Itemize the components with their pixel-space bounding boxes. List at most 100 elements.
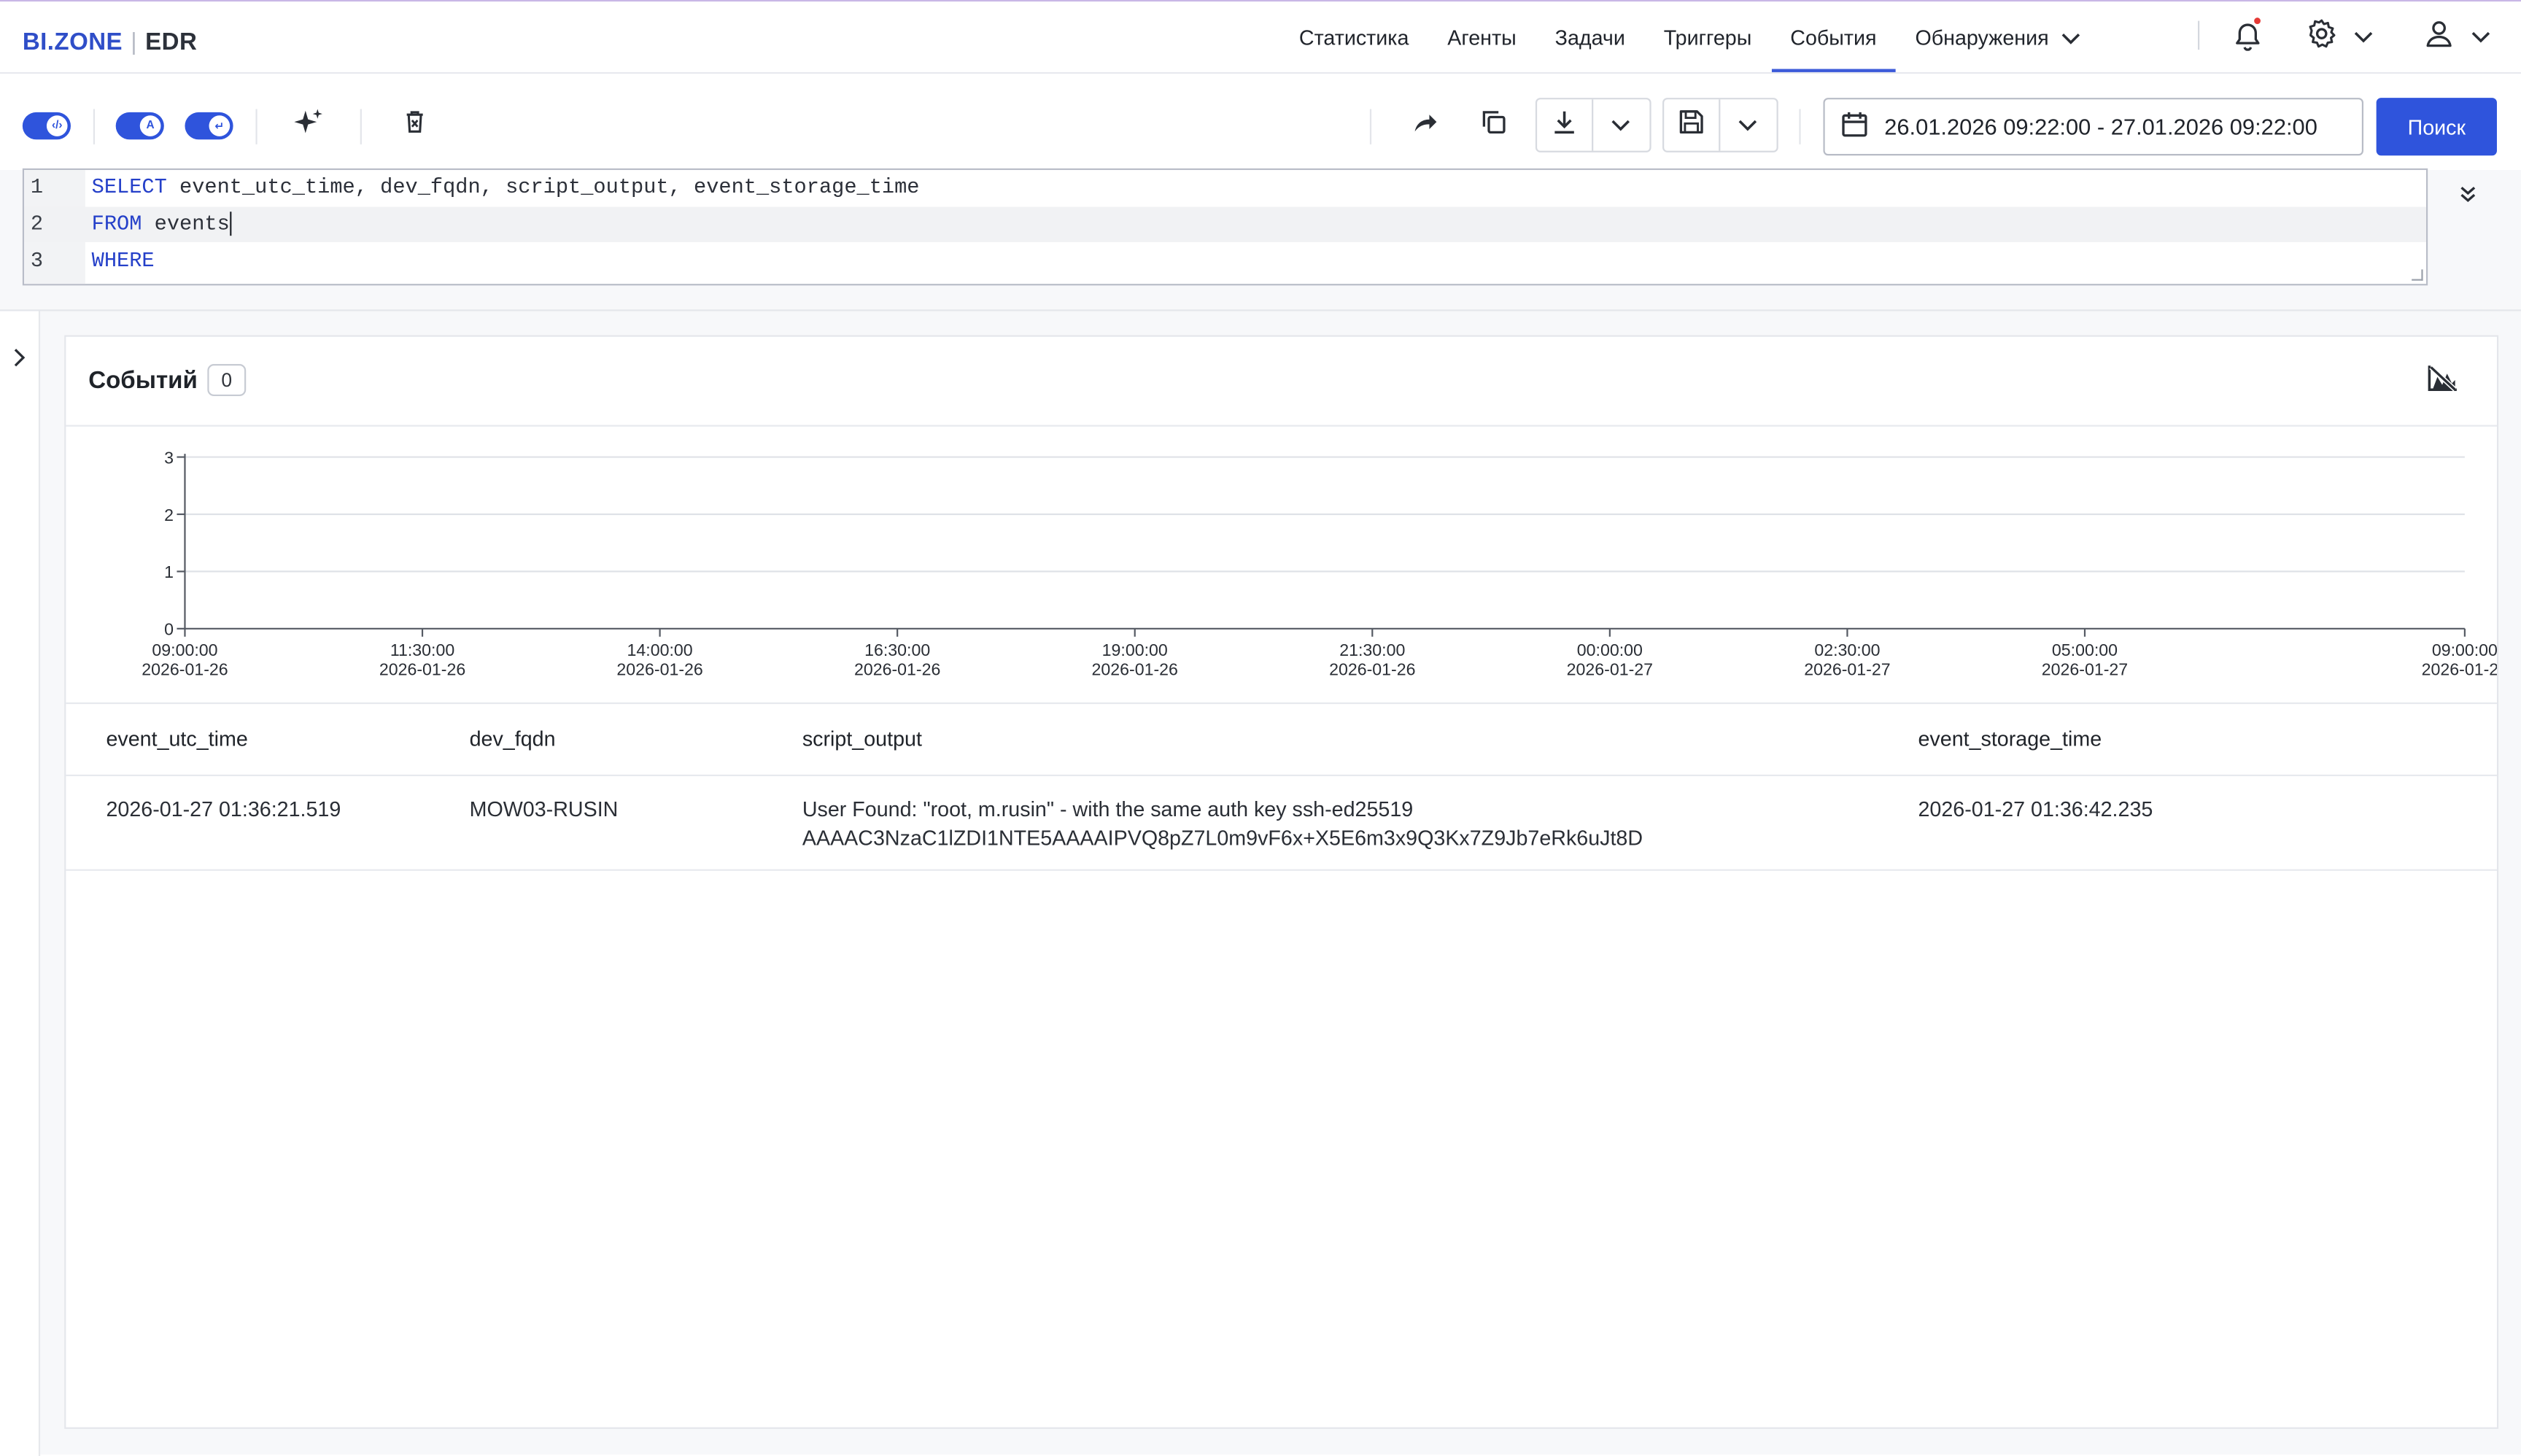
chart-off-icon bbox=[2426, 363, 2458, 400]
x-tick-date: 2026-01-26 bbox=[142, 660, 228, 679]
x-tick-time: 16:30:00 bbox=[864, 640, 930, 659]
chevron-down-icon bbox=[2061, 25, 2080, 49]
nav-label: События bbox=[1790, 25, 1877, 50]
panel-title: Событий bbox=[88, 367, 198, 395]
settings-menu-button[interactable] bbox=[2306, 18, 2374, 53]
side-rail bbox=[0, 311, 41, 1456]
events-chart: 0 1 2 3 09:00:00 2026-01-26 11:30:00 2026-01-26… bbox=[66, 425, 2508, 702]
x-tick-date: 2026-01-27 bbox=[2422, 660, 2497, 679]
expand-sidebar-button[interactable] bbox=[8, 349, 31, 372]
x-tick-time: 21:30:00 bbox=[1339, 640, 1405, 659]
sql-keyword: WHERE bbox=[91, 248, 155, 273]
column-header[interactable]: script_output bbox=[802, 704, 922, 775]
code-mode-toggle[interactable]: ‹/› bbox=[22, 112, 71, 140]
hide-chart-button[interactable] bbox=[2423, 364, 2462, 399]
download-options-button[interactable] bbox=[1592, 99, 1648, 151]
user-icon bbox=[2423, 17, 2455, 57]
chevron-down-icon bbox=[2471, 23, 2490, 52]
y-tick-label: 0 bbox=[164, 620, 174, 639]
copy-button[interactable] bbox=[1470, 101, 1518, 150]
sql-keyword: SELECT bbox=[91, 174, 167, 199]
download-icon bbox=[1550, 107, 1579, 144]
y-tick-label: 2 bbox=[164, 506, 174, 524]
line-code: WHERE bbox=[92, 244, 155, 279]
table-header: event_utc_time dev_fqdn script_output ev… bbox=[66, 704, 2497, 777]
share-button[interactable] bbox=[1401, 101, 1449, 150]
chevron-down-icon bbox=[2354, 23, 2373, 52]
clear-query-button[interactable] bbox=[391, 101, 439, 150]
column-header[interactable]: event_utc_time bbox=[106, 704, 247, 775]
notification-dot bbox=[2254, 18, 2261, 24]
sql-text: events bbox=[142, 212, 230, 236]
save-options-button[interactable] bbox=[1719, 99, 1775, 151]
editor-line[interactable]: 1 SELECT event_utc_time, dev_fqdn, scrip… bbox=[24, 170, 2426, 205]
download-split-button bbox=[1535, 98, 1651, 152]
code-icon: ‹/› bbox=[46, 115, 68, 136]
date-range-picker[interactable]: 26.01.2026 09:22:00 - 27.01.2026 09:22:0… bbox=[1823, 98, 2364, 156]
collapse-editor-button[interactable] bbox=[2452, 181, 2484, 213]
x-tick-date: 2026-01-27 bbox=[1804, 660, 1890, 679]
search-button[interactable]: Поиск bbox=[2376, 98, 2497, 156]
clear-icon bbox=[402, 108, 427, 142]
nav-label: Триггеры bbox=[1663, 25, 1752, 50]
save-split-button bbox=[1662, 98, 1778, 152]
y-tick-label: 1 bbox=[164, 562, 174, 581]
date-range-value: 26.01.2026 09:22:00 - 27.01.2026 09:22:0… bbox=[1884, 114, 2317, 140]
toolbar-separator bbox=[1799, 109, 1801, 144]
autocomplete-toggle[interactable]: A bbox=[115, 112, 164, 140]
nav-label: Агенты bbox=[1447, 25, 1517, 50]
enter-submit-toggle[interactable]: ↵ bbox=[185, 112, 233, 140]
nav-item-detections[interactable]: Обнаружения bbox=[1896, 1, 2100, 72]
chevron-right-icon bbox=[13, 346, 26, 376]
app-root: BI.ZONE | EDR Статистика Агенты Задачи Три… bbox=[0, 0, 2521, 1456]
line-number: 2 bbox=[30, 212, 44, 236]
x-tick-time: 11:30:00 bbox=[390, 640, 454, 659]
editor-line[interactable]: 3 WHERE bbox=[24, 244, 2426, 279]
user-menu-button[interactable] bbox=[2423, 20, 2491, 53]
autocomplete-icon: A bbox=[139, 115, 161, 136]
brand-logo[interactable]: BI.ZONE | EDR bbox=[23, 29, 197, 56]
nav-label: Задачи bbox=[1554, 25, 1625, 50]
bell-icon bbox=[2231, 18, 2264, 53]
nav-item-agents[interactable]: Агенты bbox=[1428, 1, 1536, 72]
chevron-down-icon bbox=[1611, 111, 1630, 140]
save-button[interactable] bbox=[1664, 99, 1719, 150]
x-tick-time: 09:00:00 bbox=[2432, 640, 2497, 659]
nav-item-triggers[interactable]: Триггеры bbox=[1644, 1, 1771, 72]
panel-header: Событий 0 bbox=[66, 337, 2497, 427]
x-tick-time: 19:00:00 bbox=[1102, 640, 1168, 659]
ai-assist-button[interactable] bbox=[284, 101, 333, 150]
results-table: event_utc_time dev_fqdn script_output ev… bbox=[66, 702, 2497, 871]
nav-item-tasks[interactable]: Задачи bbox=[1536, 1, 1644, 72]
column-header[interactable]: dev_fqdn bbox=[470, 704, 556, 775]
resize-handle[interactable] bbox=[2412, 269, 2423, 281]
y-tick-label: 3 bbox=[164, 448, 174, 467]
download-button[interactable] bbox=[1537, 99, 1592, 150]
chevron-down-icon bbox=[1738, 111, 1757, 140]
x-tick-date: 2026-01-27 bbox=[1567, 660, 1653, 679]
nav-item-statistics[interactable]: Статистика bbox=[1279, 1, 1428, 72]
nav-item-events[interactable]: События bbox=[1770, 1, 1896, 72]
x-tick-time: 00:00:00 bbox=[1577, 640, 1643, 659]
sql-text: event_utc_time, dev_fqdn, script_output,… bbox=[166, 174, 920, 199]
notifications-button[interactable] bbox=[2231, 18, 2264, 53]
query-toolbar: ‹/› A ↵ 26.01.2026 09:22:00 - 27.01.2026… bbox=[0, 74, 2521, 171]
x-tick-time: 09:00:00 bbox=[152, 640, 217, 659]
line-number: 1 bbox=[30, 174, 44, 199]
brand-separator: | bbox=[131, 28, 138, 56]
editor-line-current[interactable]: 2 FROM events bbox=[24, 206, 2426, 242]
gear-icon bbox=[2306, 17, 2338, 57]
script-output-line: User Found: "root, m.rusin" - with the s… bbox=[802, 797, 1414, 821]
calendar-icon bbox=[1841, 111, 1868, 143]
share-icon bbox=[1410, 107, 1439, 144]
main-nav: Статистика Агенты Задачи Триггеры Событи… bbox=[1279, 1, 2100, 72]
script-output-line: AAAAC3NzaC1lZDI1NTE5AAAAIPVQ8pZ7L0m9vF6x… bbox=[802, 826, 1643, 851]
results-panel: Событий 0 0 1 2 3 09:00:00 2026-01-26 11:30:00… bbox=[64, 335, 2508, 1429]
header-divider bbox=[2198, 20, 2200, 50]
query-editor[interactable]: 1 SELECT event_utc_time, dev_fqdn, scrip… bbox=[22, 168, 2428, 286]
table-row[interactable]: 2026-01-27 01:36:21.519 MOW03-RUSIN User… bbox=[66, 776, 2497, 871]
column-header[interactable]: event_storage_time bbox=[1918, 704, 2102, 775]
brand-product: EDR bbox=[145, 28, 198, 56]
enter-icon: ↵ bbox=[209, 115, 231, 136]
x-tick-time: 02:30:00 bbox=[1814, 640, 1880, 659]
